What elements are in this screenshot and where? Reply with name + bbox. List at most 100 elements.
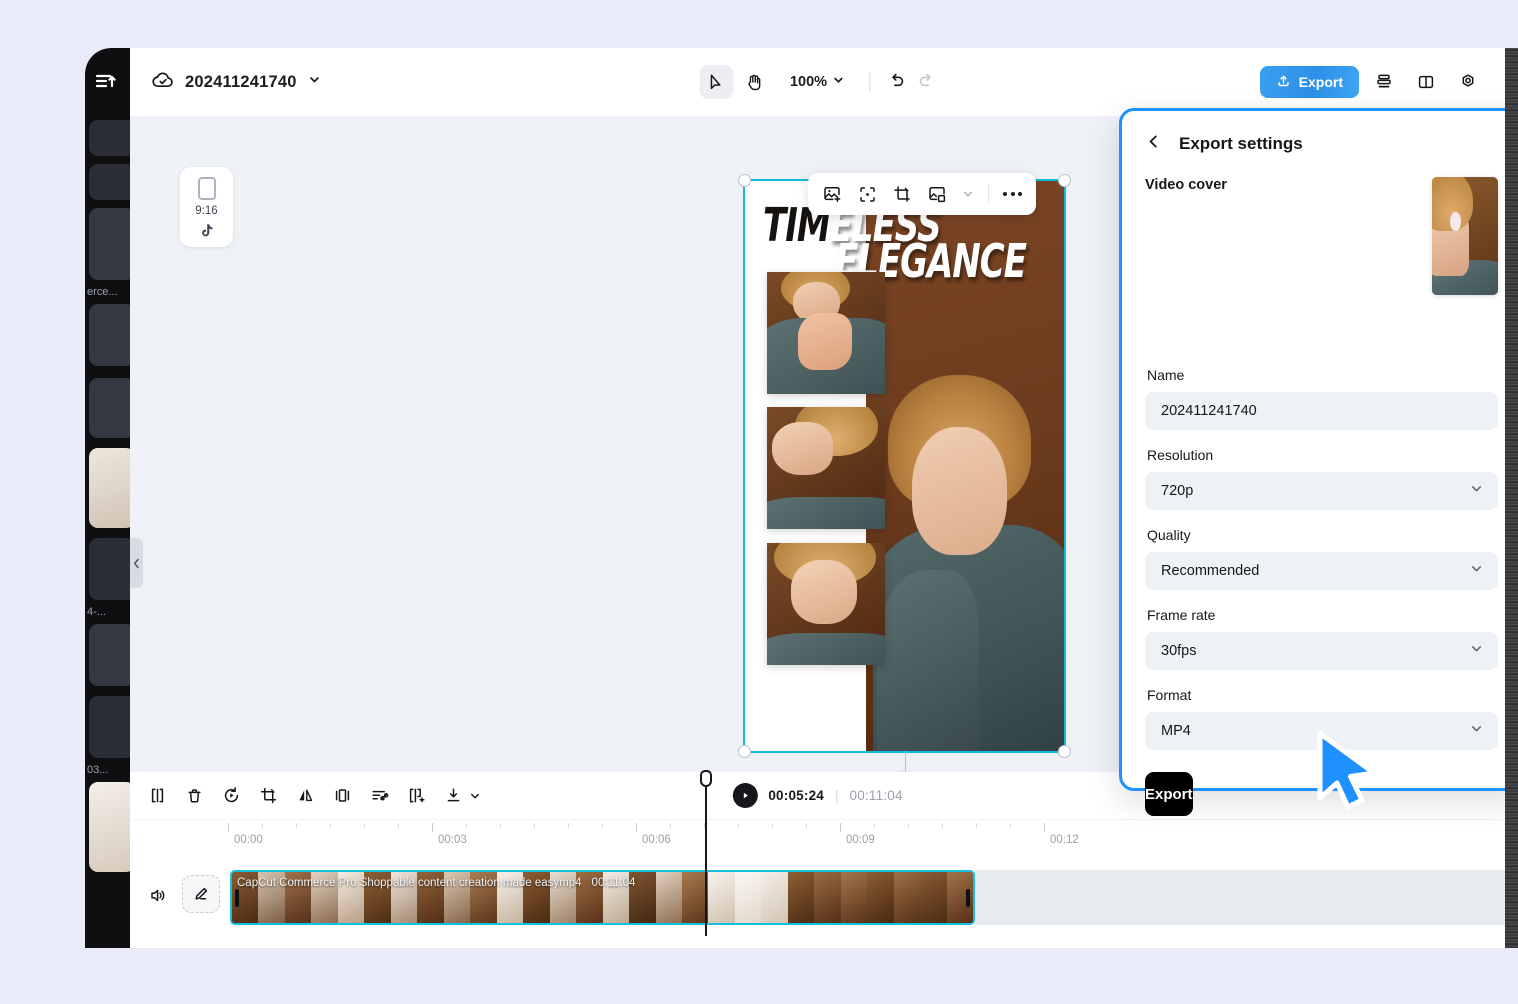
rail-item[interactable]: [89, 538, 130, 600]
crop-icon[interactable]: [259, 786, 278, 805]
hand-icon[interactable]: [737, 65, 771, 99]
clip-duration: 00:11:04: [592, 877, 636, 889]
zoom-level-dropdown[interactable]: 100%: [781, 69, 853, 95]
more-horizontal-icon[interactable]: [1003, 192, 1022, 196]
rail-item[interactable]: [89, 120, 130, 156]
ruler-label: 00:12: [1050, 834, 1079, 846]
speed-icon[interactable]: [222, 786, 241, 805]
rail-thumbnail[interactable]: [89, 448, 130, 528]
timeline-playhead[interactable]: [705, 772, 707, 936]
top-right-actions: Export: [1260, 65, 1485, 99]
export-button[interactable]: Export: [1260, 66, 1359, 98]
collapse-panel-handle[interactable]: [130, 538, 143, 588]
framerate-dropdown[interactable]: 30fps: [1145, 632, 1498, 670]
rail-item[interactable]: [89, 378, 130, 438]
ruler-label: 00:00: [234, 834, 263, 846]
clip-name: CapCut Commerce Pro Shoppable content cr…: [237, 877, 582, 889]
resize-handle-bottom-left[interactable]: [738, 745, 751, 758]
resize-handle-top-right[interactable]: [1058, 174, 1071, 187]
volume-icon[interactable]: [148, 886, 167, 910]
portrait-frame-icon: [198, 177, 216, 200]
quality-dropdown[interactable]: Recommended: [1145, 552, 1498, 590]
clip-trim-handle-left[interactable]: [235, 889, 239, 907]
tiktok-icon: [199, 222, 215, 244]
freeze-icon[interactable]: [333, 786, 352, 805]
format-value: MP4: [1161, 723, 1191, 739]
rail-item[interactable]: [89, 696, 130, 758]
upload-icon: [1276, 73, 1291, 91]
framerate-value: 30fps: [1161, 643, 1196, 659]
redo-icon: [916, 70, 936, 95]
split-add-icon[interactable]: [407, 786, 426, 805]
left-rail: erce... 4-... 03...: [85, 48, 130, 948]
chevron-down-icon[interactable]: [469, 790, 481, 802]
name-field[interactable]: 202411241740: [1145, 392, 1498, 430]
menu-sort-icon[interactable]: [93, 70, 119, 92]
canvas-media: TIMELESS ELEGANCE: [745, 181, 1064, 751]
timeline-panel: 00:05:24 | 00:11:04: [130, 772, 1505, 948]
model-photo: [873, 375, 1064, 751]
video-cover-row: Video cover: [1145, 177, 1498, 295]
gear-icon[interactable]: [1451, 65, 1485, 99]
app-window: erce... 4-... 03... 202411241740: [85, 48, 1505, 948]
crop-icon[interactable]: [892, 184, 913, 205]
rail-thumbnail[interactable]: [89, 782, 130, 872]
clip-trim-handle-right[interactable]: [966, 889, 970, 907]
chevron-down-icon: [832, 74, 844, 90]
pencil-icon[interactable]: [182, 875, 220, 913]
image-add-icon[interactable]: [822, 184, 843, 205]
split-icon[interactable]: [148, 786, 167, 805]
rail-item[interactable]: [89, 304, 130, 366]
media-strip: [767, 543, 885, 665]
aspect-ratio-card[interactable]: 9:16: [180, 167, 233, 247]
fit-to-frame-icon[interactable]: [857, 184, 878, 205]
chevron-down-icon[interactable]: [308, 73, 321, 91]
quality-value: Recommended: [1161, 563, 1259, 579]
split-view-icon[interactable]: [1409, 65, 1443, 99]
cursor-arrow-icon[interactable]: [699, 65, 733, 99]
auto-cut-icon[interactable]: [370, 786, 389, 805]
ruler-label: 00:09: [846, 834, 875, 846]
quality-label: Quality: [1147, 527, 1498, 543]
timeline-empty-track[interactable]: [975, 870, 1505, 925]
rail-item[interactable]: [89, 164, 130, 200]
remove-background-icon[interactable]: [927, 184, 948, 205]
zoom-level-value: 100%: [790, 74, 827, 90]
rail-item[interactable]: [89, 624, 130, 686]
cloud-check-icon: [152, 71, 174, 94]
resize-handle-top-left[interactable]: [738, 174, 751, 187]
export-panel-header: Export settings: [1122, 111, 1505, 155]
delete-icon[interactable]: [185, 786, 204, 805]
canvas-selection-frame[interactable]: TIMELESS ELEGANCE: [743, 179, 1066, 753]
undo-icon[interactable]: [886, 70, 906, 95]
ruler-label: 00:03: [438, 834, 467, 846]
play-icon[interactable]: [732, 783, 757, 808]
top-toolbar: 202411241740 100%: [130, 48, 1505, 116]
resolution-dropdown[interactable]: 720p: [1145, 472, 1498, 510]
resize-handle-bottom-right[interactable]: [1058, 745, 1071, 758]
export-confirm-button[interactable]: Export: [1145, 772, 1193, 816]
export-panel-title: Export settings: [1179, 134, 1303, 154]
layers-icon[interactable]: [1367, 65, 1401, 99]
rail-label: 03...: [87, 764, 108, 776]
media-strip: [767, 407, 885, 529]
rail-label: erce...: [87, 286, 118, 298]
timeline-clip[interactable]: CapCut Commerce Pro Shoppable content cr…: [230, 870, 975, 925]
aspect-ratio-value: 9:16: [195, 205, 217, 217]
mirror-icon[interactable]: [296, 786, 315, 805]
chevron-left-icon[interactable]: [1145, 133, 1162, 155]
rail-item[interactable]: [89, 208, 130, 280]
right-edge-strip: [1504, 48, 1518, 948]
clip-label-row: CapCut Commerce Pro Shoppable content cr…: [237, 874, 968, 892]
video-cover-thumbnail[interactable]: [1432, 177, 1498, 295]
timeline-ruler[interactable]: 00:00 00:03 00:06 00:09 00:12: [228, 820, 1505, 860]
resolution-label: Resolution: [1147, 447, 1498, 463]
element-float-toolbar: [808, 173, 1036, 215]
download-icon[interactable]: [444, 786, 463, 805]
chevron-down-icon[interactable]: [962, 188, 974, 200]
total-time: 00:11:04: [850, 788, 903, 803]
project-title-group[interactable]: 202411241740: [152, 71, 321, 94]
playhead-handle[interactable]: [700, 770, 712, 787]
resolution-value: 720p: [1161, 483, 1193, 499]
timeline-track-row: CapCut Commerce Pro Shoppable content cr…: [130, 866, 1505, 932]
